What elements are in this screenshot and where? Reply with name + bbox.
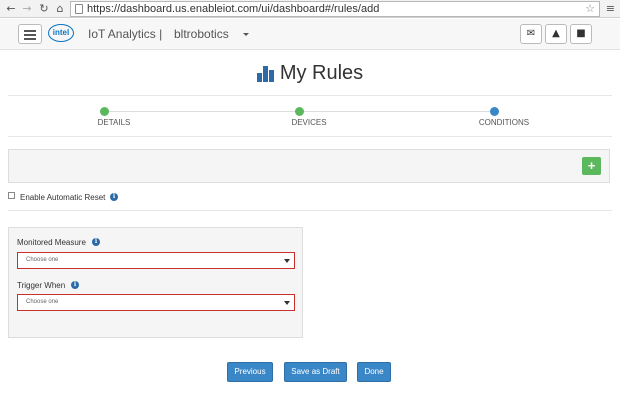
conditions-panel — [8, 149, 610, 183]
user-icon[interactable]: ■ — [570, 24, 592, 44]
bar-chart-icon — [256, 65, 275, 82]
previous-button[interactable]: Previous — [227, 362, 273, 382]
forward-arrow-icon[interactable]: → — [20, 2, 34, 16]
monitored-measure-label: Monitored Measure — [17, 238, 86, 247]
browser-menu-icon[interactable]: ≡ — [606, 2, 615, 16]
intel-logo[interactable]: intel — [48, 24, 74, 42]
step-conditions-label[interactable]: CONDITIONS — [479, 118, 529, 127]
hamburger-menu-button[interactable] — [18, 24, 42, 44]
dropdown-arrow-icon — [284, 301, 290, 305]
info-icon[interactable]: i — [71, 281, 79, 289]
page-icon — [75, 4, 83, 14]
url-text: https://dashboard.us.enableiot.com/ui/da… — [87, 3, 380, 15]
step-conditions-dot[interactable] — [490, 107, 499, 116]
reset-divider — [8, 210, 612, 211]
home-icon[interactable]: ⌂ — [53, 2, 67, 16]
dropdown-arrow-icon — [284, 259, 290, 263]
info-icon[interactable]: i — [92, 238, 100, 246]
stepper-divider — [8, 136, 612, 137]
step-details-dot[interactable] — [100, 107, 109, 116]
step-devices-label[interactable]: DEVICES — [291, 118, 326, 127]
step-devices-dot[interactable] — [295, 107, 304, 116]
monitored-measure-select[interactable]: Choose one — [17, 252, 295, 269]
title-divider — [8, 95, 612, 96]
app-title: IoT Analytics | — [88, 27, 163, 41]
bookmark-star-icon[interactable]: ☆ — [585, 2, 595, 16]
trigger-when-select[interactable]: Choose one — [17, 294, 295, 311]
reload-icon[interactable]: ↻ — [37, 2, 51, 16]
trigger-when-label: Trigger When — [17, 281, 66, 290]
step-details-label[interactable]: DETAILS — [98, 118, 131, 127]
bell-icon[interactable]: ▲ — [545, 24, 567, 44]
info-icon[interactable]: i — [110, 193, 118, 201]
account-selector[interactable]: bltrobotics — [174, 27, 229, 41]
save-draft-button[interactable]: Save as Draft — [284, 362, 347, 382]
monitored-measure-value: Choose one — [26, 257, 59, 263]
address-bar[interactable]: https://dashboard.us.enableiot.com/ui/da… — [70, 1, 600, 17]
browser-toolbar: ← → ↻ ⌂ https://dashboard.us.enableiot.c… — [0, 0, 620, 18]
app-header: intel IoT Analytics | bltrobotics ✉ ▲ ■ — [0, 19, 620, 50]
page-header: My Rules — [0, 62, 620, 85]
page-title: My Rules — [279, 62, 364, 84]
done-button[interactable]: Done — [357, 362, 391, 382]
chevron-down-icon[interactable] — [243, 33, 249, 36]
add-condition-button[interactable]: + — [582, 157, 601, 175]
mail-icon[interactable]: ✉ — [520, 24, 542, 44]
auto-reset-checkbox[interactable] — [8, 192, 15, 199]
trigger-when-value: Choose one — [26, 299, 59, 305]
back-arrow-icon[interactable]: ← — [4, 2, 18, 16]
auto-reset-label: Enable Automatic Reset — [20, 193, 106, 202]
